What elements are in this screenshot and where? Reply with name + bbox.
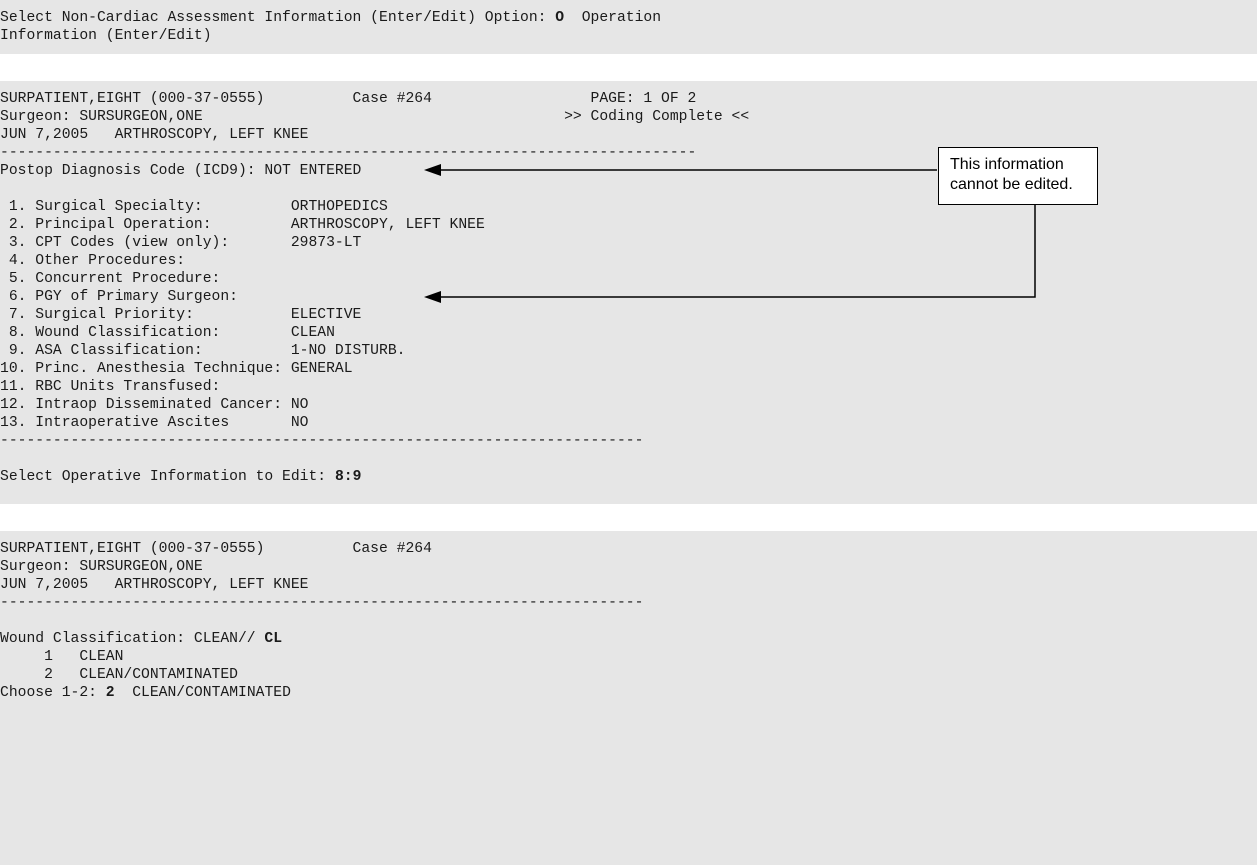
- callout-arrows: [424, 164, 1036, 303]
- cpt-arrow-line: [438, 205, 1036, 298]
- postop-arrow-head: [424, 164, 441, 176]
- callout-line: cannot be edited.: [950, 176, 1073, 193]
- not-editable-callout: This information cannot be edited.: [938, 147, 1098, 205]
- callout-line: This information: [950, 156, 1064, 173]
- cpt-arrow-head: [424, 291, 441, 303]
